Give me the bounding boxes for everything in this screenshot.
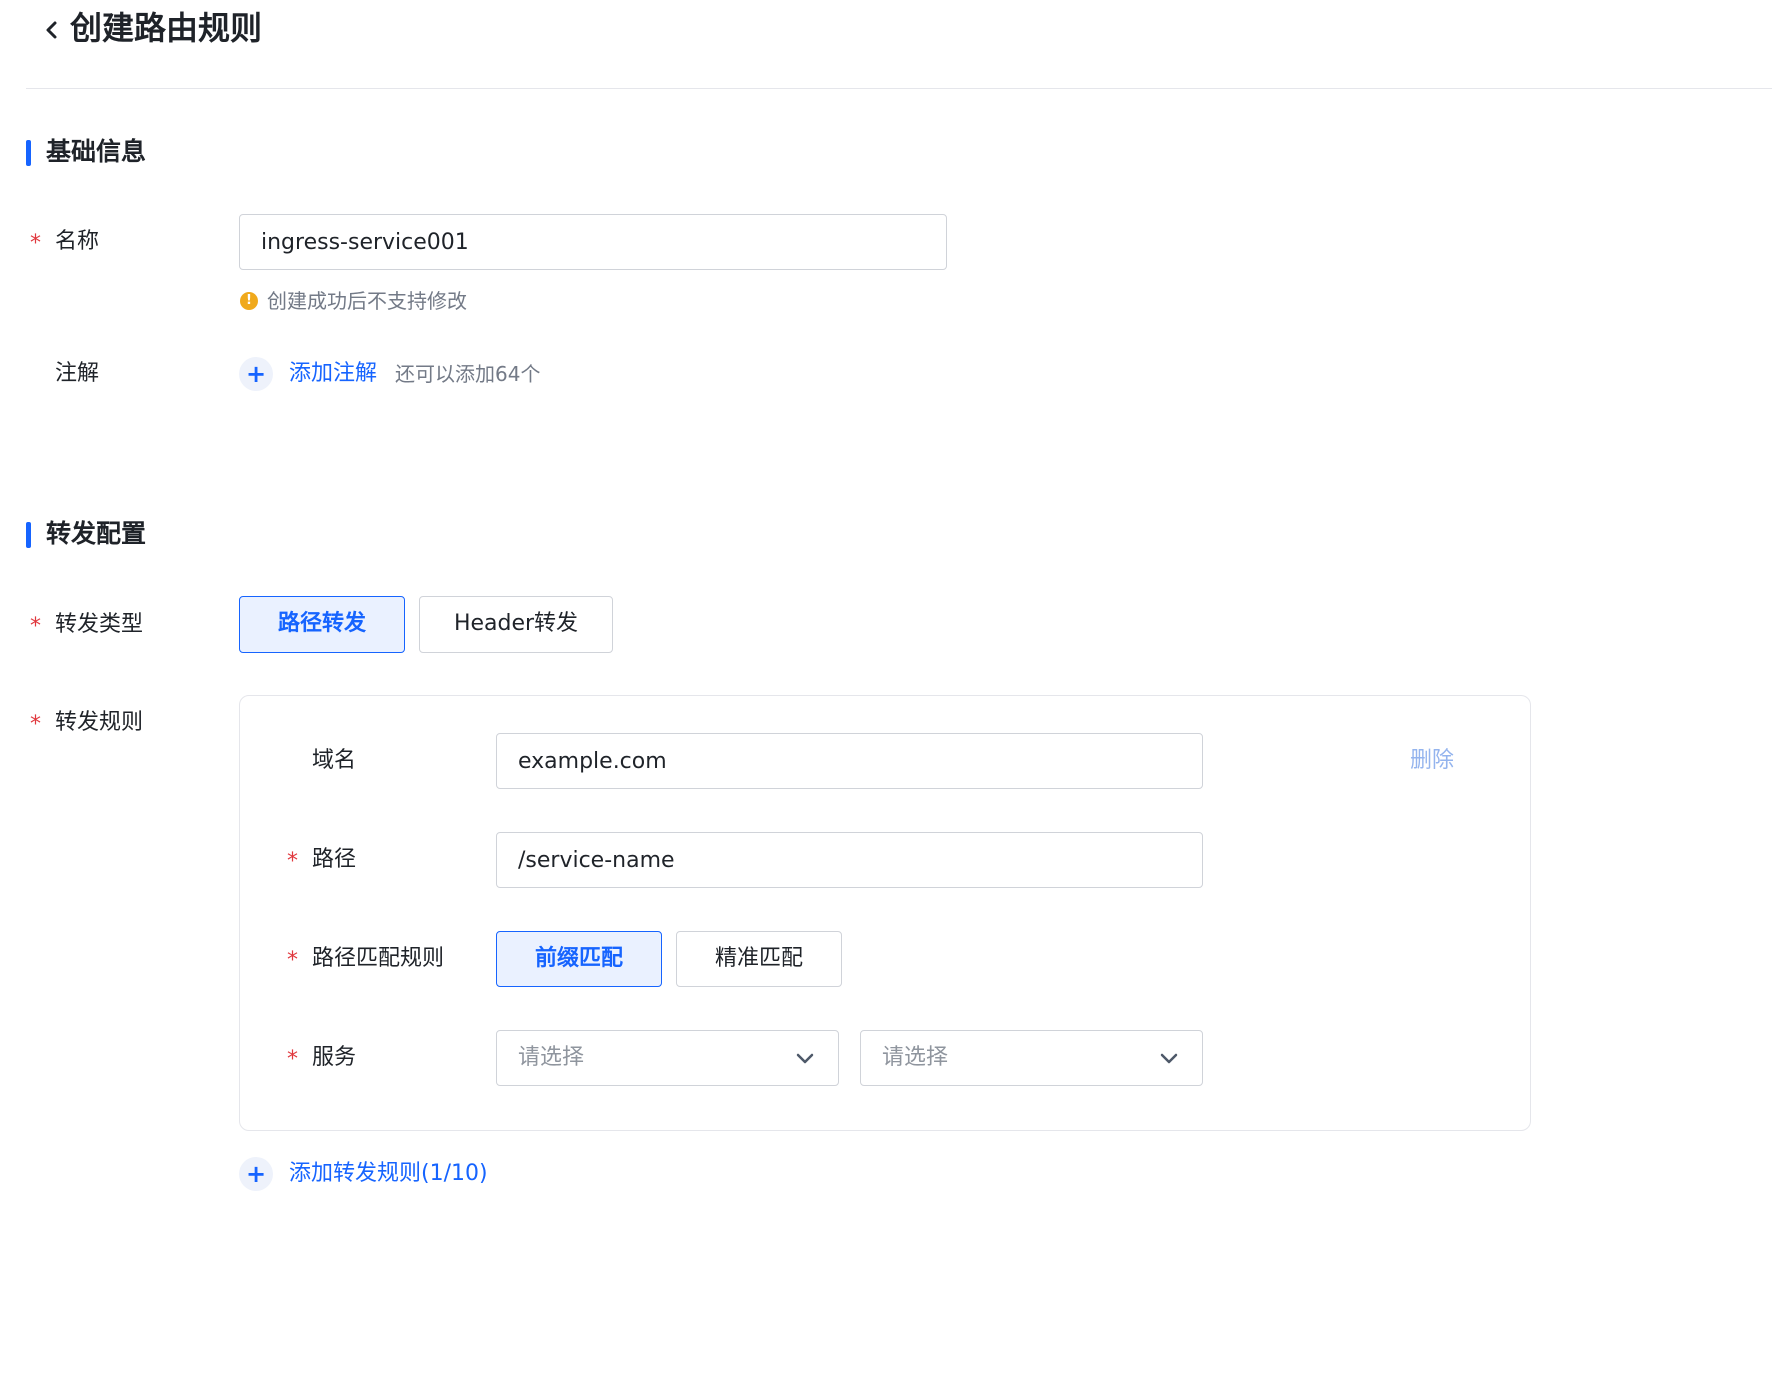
path-input[interactable] xyxy=(496,832,1203,888)
forward-type-header-button[interactable]: Header转发 xyxy=(419,596,613,653)
name-input[interactable] xyxy=(239,214,947,270)
select-placeholder: 请选择 xyxy=(882,1045,949,1070)
path-label: 路径 xyxy=(312,847,357,872)
required-mark: * xyxy=(287,1047,298,1072)
section-title-basic-info: 基础信息 xyxy=(46,137,147,166)
domain-input[interactable] xyxy=(496,733,1203,789)
service-label: 服务 xyxy=(312,1045,357,1070)
required-mark: * xyxy=(30,614,41,639)
add-annotation-button[interactable]: 添加注解 xyxy=(289,359,377,389)
warning-icon: ! xyxy=(240,292,258,310)
chevron-down-icon xyxy=(796,1051,814,1065)
annotation-remaining-count: 还可以添加64个 xyxy=(395,362,541,386)
match-prefix-button[interactable]: 前缀匹配 xyxy=(496,931,662,987)
delete-rule-button[interactable]: 删除 xyxy=(1410,746,1454,776)
name-label: 名称 xyxy=(55,229,100,254)
forward-type-path-button[interactable]: 路径转发 xyxy=(239,596,405,653)
page-title: 创建路由规则 xyxy=(70,9,263,47)
required-mark: * xyxy=(30,231,41,256)
annotation-label: 注解 xyxy=(55,361,100,386)
back-arrow-icon[interactable] xyxy=(42,18,62,42)
domain-label: 域名 xyxy=(312,748,357,773)
forward-rules-label: 转发规则 xyxy=(55,710,144,735)
service-namespace-select[interactable]: 请选择 xyxy=(496,1030,839,1086)
path-match-rule-label: 路径匹配规则 xyxy=(312,946,445,971)
name-hint: 创建成功后不支持修改 xyxy=(267,289,467,313)
add-forward-rule-button[interactable]: 添加转发规则(1/10) xyxy=(289,1159,488,1189)
header-divider xyxy=(26,88,1772,89)
forward-type-label: 转发类型 xyxy=(55,612,144,637)
service-name-select[interactable]: 请选择 xyxy=(860,1030,1203,1086)
required-mark: * xyxy=(30,712,41,737)
section-title-forward-config: 转发配置 xyxy=(46,519,147,548)
chevron-down-icon xyxy=(1160,1051,1178,1065)
add-annotation-plus-icon[interactable]: + xyxy=(239,357,273,391)
select-placeholder: 请选择 xyxy=(518,1045,585,1070)
section-accent-bar xyxy=(26,522,31,548)
match-exact-button[interactable]: 精准匹配 xyxy=(676,931,842,987)
section-accent-bar xyxy=(26,140,31,166)
required-mark: * xyxy=(287,948,298,973)
required-mark: * xyxy=(287,849,298,874)
add-forward-rule-plus-icon[interactable]: + xyxy=(239,1157,273,1191)
